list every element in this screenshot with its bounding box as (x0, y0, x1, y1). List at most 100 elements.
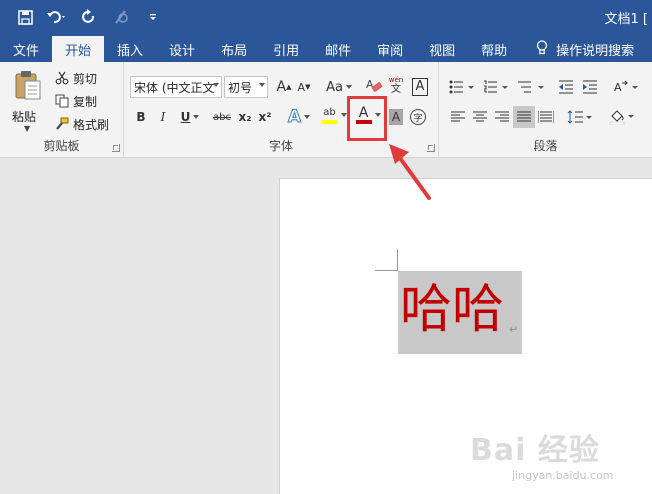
watermark: Bai 经验 jingyan.baidu.com (470, 425, 646, 489)
tell-me-search[interactable]: 操作说明搜索 (520, 36, 642, 62)
superscript-icon: x² (258, 110, 272, 124)
numbered-list-icon (484, 80, 508, 93)
tab-layout[interactable]: 布局 (208, 36, 260, 62)
strikethrough-button[interactable]: abc (210, 106, 234, 128)
align-left-button[interactable] (447, 106, 469, 128)
bullets-button[interactable] (447, 76, 477, 98)
numbering-button[interactable] (481, 76, 511, 98)
line-spacing-button[interactable] (565, 106, 595, 128)
paragraph-group-label: 段落 (533, 139, 558, 153)
tab-insert[interactable]: 插入 (104, 36, 156, 62)
text-effects-icon: A (287, 107, 302, 128)
subscript-button[interactable]: x₂ (236, 106, 254, 128)
margin-corner-mark (375, 270, 397, 271)
grow-font-button[interactable]: A ▲ (274, 76, 294, 98)
text-direction-button[interactable]: A (611, 76, 641, 98)
font-size-combo[interactable]: 初号 (224, 76, 268, 98)
character-border-button[interactable]: A (410, 76, 430, 98)
shrink-font-button[interactable]: A ▼ (294, 76, 314, 98)
clipboard-group: 粘贴 ▼ 剪切 复制 格式刷 剪贴板 (0, 62, 124, 158)
character-shading-icon: A (388, 109, 404, 125)
margin-corner-mark (397, 249, 398, 271)
increase-indent-button[interactable] (579, 76, 601, 98)
superscript-button[interactable]: x² (256, 106, 274, 128)
highlight-color-button[interactable]: ab (318, 104, 350, 126)
highlighter-icon: ab (321, 107, 338, 124)
tab-references[interactable]: 引用 (260, 36, 312, 62)
customize-qat-icon[interactable] (142, 6, 164, 28)
chevron-down-icon (259, 83, 265, 87)
annotation-highlight-box (347, 96, 387, 141)
tab-home[interactable]: 开始 (52, 36, 105, 62)
format-painter-button[interactable]: 格式刷 (54, 114, 109, 134)
tab-view[interactable]: 视图 (416, 36, 468, 62)
enclose-characters-button[interactable]: 字 (408, 106, 428, 128)
scissors-icon (54, 70, 70, 86)
underline-button[interactable]: U (176, 106, 204, 128)
underline-icon: U (180, 110, 191, 124)
paintbrush-icon (54, 116, 70, 132)
bullet-list-icon (449, 80, 474, 94)
paste-button[interactable]: 粘贴 ▼ (10, 68, 46, 133)
undo-icon[interactable] (46, 6, 68, 28)
text-effects-button[interactable]: A (284, 106, 314, 128)
shading-button[interactable] (607, 106, 637, 128)
font-name-value: 宋体 (中文正文 (134, 80, 215, 95)
change-case-icon: Aa (326, 79, 343, 95)
document-text[interactable]: 哈哈 (400, 278, 504, 342)
font-size-value: 初号 (228, 80, 253, 95)
line-spacing-icon (567, 110, 592, 124)
chevron-down-icon: ▼ (24, 124, 31, 133)
italic-button[interactable]: I (154, 106, 172, 128)
align-right-icon (495, 111, 509, 122)
multilevel-list-icon (518, 81, 544, 93)
bold-icon: B (136, 110, 146, 124)
grow-font-icon: A (276, 79, 287, 95)
enclose-characters-icon: 字 (410, 109, 426, 125)
tab-design[interactable]: 设计 (156, 36, 208, 62)
annotation-arrow-icon (389, 144, 431, 200)
tab-help[interactable]: 帮助 (468, 36, 520, 62)
watermark-text: Bai 经验 (470, 433, 600, 468)
align-center-icon (473, 111, 487, 122)
strikethrough-icon: abc (213, 111, 231, 123)
clipboard-launcher-icon[interactable] (112, 144, 120, 152)
character-shading-button[interactable]: A (386, 106, 406, 128)
paragraph-mark: ↵ (509, 323, 519, 336)
subscript-icon: x₂ (238, 110, 252, 124)
tab-mailings[interactable]: 邮件 (312, 36, 364, 62)
shrink-font-icon: A (297, 80, 306, 94)
distributed-button[interactable] (535, 106, 557, 128)
justify-button[interactable] (513, 106, 535, 128)
ribbon: 粘贴 ▼ 剪切 复制 格式刷 剪贴板 宋体 (中文正文 初号 A ▲ A ▼ A… (0, 62, 652, 158)
chevron-down-icon (213, 83, 219, 87)
format-painter-label: 格式刷 (73, 117, 110, 132)
clipboard-group-label: 剪贴板 (43, 139, 80, 153)
change-case-button[interactable]: Aa (324, 76, 354, 98)
title-bar: 文档1 [ (0, 0, 652, 34)
cut-label: 剪切 (73, 71, 98, 86)
phonetic-guide-button[interactable]: wén 文 (386, 74, 406, 96)
multilevel-list-button[interactable] (515, 76, 547, 98)
decrease-indent-button[interactable] (555, 76, 577, 98)
cut-button[interactable]: 剪切 (54, 68, 97, 88)
quick-access-toolbar (14, 6, 164, 28)
copy-button[interactable]: 复制 (54, 91, 97, 111)
paragraph-group: A 段落 (439, 62, 652, 158)
paint-bucket-icon (609, 110, 634, 125)
align-center-button[interactable] (469, 106, 491, 128)
tab-review[interactable]: 审阅 (364, 36, 416, 62)
document-title: 文档1 [ (604, 12, 648, 27)
bold-button[interactable]: B (132, 106, 150, 128)
font-name-combo[interactable]: 宋体 (中文正文 (130, 76, 222, 98)
justify-icon (517, 111, 531, 122)
watermark-sub: jingyan.baidu.com (512, 469, 614, 482)
tab-file[interactable]: 文件 (0, 36, 52, 62)
align-right-button[interactable] (491, 106, 513, 128)
ribbon-tabs: 文件 开始 插入 设计 布局 引用 邮件 审阅 视图 帮助 操作说明搜索 (0, 34, 652, 62)
clear-formatting-button[interactable]: A (364, 74, 384, 96)
save-icon[interactable] (14, 6, 36, 28)
redo-icon[interactable] (78, 6, 100, 28)
tell-me-label: 操作说明搜索 (556, 43, 635, 59)
eraser-icon: A (366, 78, 383, 92)
